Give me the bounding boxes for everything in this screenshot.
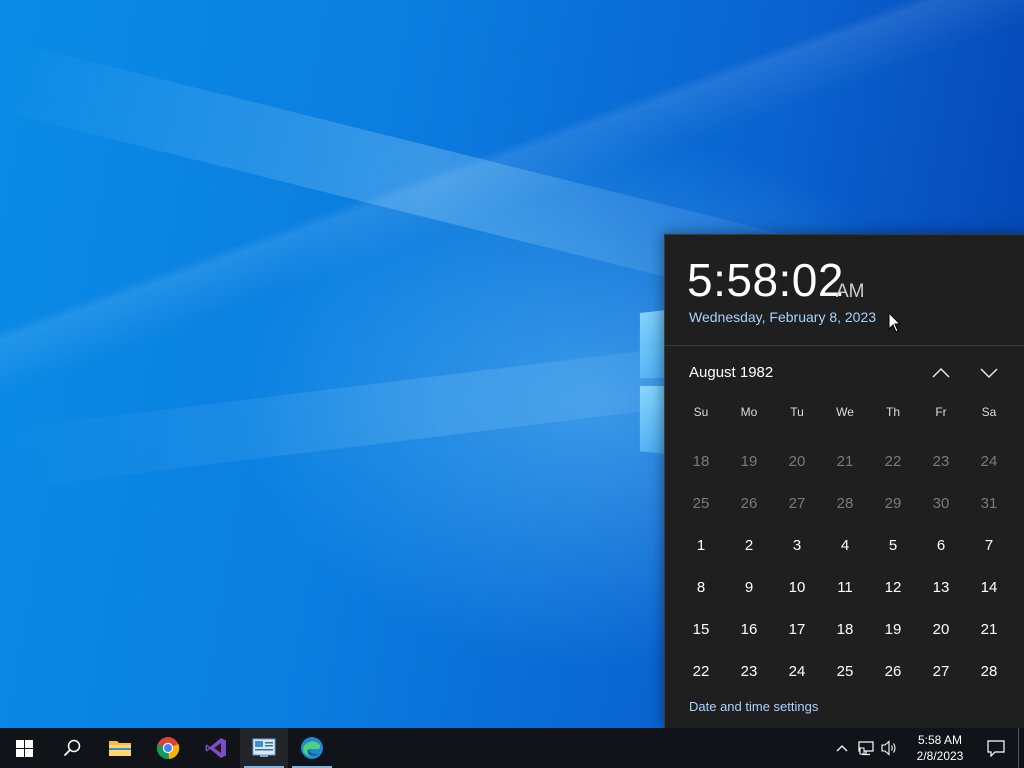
- calendar-day-other-month[interactable]: 22: [869, 441, 917, 483]
- clock-calendar-flyout: 5:58:02 AM Wednesday, February 8, 2023 A…: [664, 234, 1024, 729]
- show-desktop-button[interactable]: [1018, 728, 1024, 768]
- calendar-day-other-month[interactable]: 24: [965, 441, 1013, 483]
- network-button[interactable]: [854, 728, 878, 768]
- network-icon: [858, 741, 874, 756]
- calendar-day-other-month[interactable]: 23: [917, 441, 965, 483]
- calendar-weekday-header: Su Mo Tu We Th Fr Sa: [677, 399, 1013, 425]
- calendar-day[interactable]: 15: [677, 609, 725, 651]
- calendar-next-month-button[interactable]: [973, 359, 1005, 387]
- chevron-up-icon: [836, 745, 848, 752]
- calendar-day[interactable]: 26: [869, 651, 917, 693]
- calendar-month-label[interactable]: August 1982: [689, 364, 773, 381]
- notification-icon: [987, 739, 1005, 757]
- calendar-day[interactable]: 5: [869, 525, 917, 567]
- calendar-day-other-month[interactable]: 30: [917, 483, 965, 525]
- calendar-day[interactable]: 18: [821, 609, 869, 651]
- control-panel-icon: [252, 738, 276, 757]
- flyout-divider: [665, 345, 1024, 346]
- visual-studio-button[interactable]: [192, 728, 240, 768]
- clock-ampm: AM: [836, 281, 865, 302]
- calendar-day[interactable]: 3: [773, 525, 821, 567]
- calendar-day[interactable]: 10: [773, 567, 821, 609]
- calendar-day[interactable]: 14: [965, 567, 1013, 609]
- calendar-day[interactable]: 20: [917, 609, 965, 651]
- control-panel-button[interactable]: [240, 728, 288, 768]
- calendar-day[interactable]: 2: [725, 525, 773, 567]
- clock-time: 5:58:02: [687, 254, 844, 306]
- clock-full-date[interactable]: Wednesday, February 8, 2023: [689, 309, 876, 325]
- start-button[interactable]: [0, 728, 48, 768]
- calendar-day[interactable]: 27: [917, 651, 965, 693]
- taskbar-time: 5:58 AM: [917, 733, 963, 747]
- calendar-day-other-month[interactable]: 29: [869, 483, 917, 525]
- date-time-settings-link[interactable]: Date and time settings: [689, 699, 818, 714]
- calendar-day[interactable]: 7: [965, 525, 1013, 567]
- taskbar: 5:58 AM 2/8/2023: [0, 728, 1024, 768]
- calendar-day[interactable]: 9: [725, 567, 773, 609]
- calendar-day[interactable]: 6: [917, 525, 965, 567]
- calendar-day[interactable]: 28: [965, 651, 1013, 693]
- calendar-day-other-month[interactable]: 21: [821, 441, 869, 483]
- calendar-day-other-month[interactable]: 19: [725, 441, 773, 483]
- show-hidden-icons-button[interactable]: [830, 728, 854, 768]
- calendar-day[interactable]: 21: [965, 609, 1013, 651]
- visual-studio-icon: [205, 738, 226, 758]
- calendar-weekday-label: We: [836, 405, 854, 419]
- chevron-down-icon: [980, 368, 998, 379]
- calendar-day[interactable]: 22: [677, 651, 725, 693]
- calendar-day[interactable]: 23: [725, 651, 773, 693]
- calendar-day-other-month[interactable]: 26: [725, 483, 773, 525]
- folder-icon: [109, 741, 131, 756]
- calendar-grid: Su Mo Tu We Th Fr Sa 18 19 20 21 22 23 24 25 26 27 28 29 3…: [677, 399, 1013, 693]
- calendar-day[interactable]: 4: [821, 525, 869, 567]
- chrome-button[interactable]: [144, 728, 192, 768]
- calendar-day[interactable]: 17: [773, 609, 821, 651]
- calendar-previous-month-button[interactable]: [925, 359, 957, 387]
- calendar-day-other-month[interactable]: 31: [965, 483, 1013, 525]
- calendar-day-other-month[interactable]: 25: [677, 483, 725, 525]
- calendar-day[interactable]: 16: [725, 609, 773, 651]
- calendar-day-other-month[interactable]: 18: [677, 441, 725, 483]
- edge-button[interactable]: [288, 728, 336, 768]
- search-icon: [63, 739, 81, 757]
- calendar-day[interactable]: 19: [869, 609, 917, 651]
- calendar-day-other-month[interactable]: 27: [773, 483, 821, 525]
- calendar-day-other-month[interactable]: 28: [821, 483, 869, 525]
- mouse-cursor-icon: [888, 312, 902, 333]
- calendar-weekday-label: Su: [693, 405, 709, 419]
- speaker-icon: [881, 740, 896, 756]
- calendar-day[interactable]: 24: [773, 651, 821, 693]
- taskbar-clock-button[interactable]: 5:58 AM 2/8/2023: [906, 728, 974, 768]
- calendar-day[interactable]: 12: [869, 567, 917, 609]
- calendar-day-other-month[interactable]: 20: [773, 441, 821, 483]
- calendar-day[interactable]: 1: [677, 525, 725, 567]
- taskbar-date: 2/8/2023: [916, 749, 964, 763]
- system-tray: 5:58 AM 2/8/2023: [830, 728, 1024, 768]
- volume-button[interactable]: [878, 728, 902, 768]
- calendar-weekday-label: Tu: [790, 405, 804, 419]
- calendar-weekday-label: Fr: [935, 405, 947, 419]
- calendar-weekday-label: Th: [885, 405, 900, 419]
- calendar-weekday-label: Sa: [981, 405, 997, 419]
- search-button[interactable]: [48, 728, 96, 768]
- action-center-button[interactable]: [974, 728, 1018, 768]
- calendar-day[interactable]: 11: [821, 567, 869, 609]
- calendar-day[interactable]: 25: [821, 651, 869, 693]
- calendar-day[interactable]: 13: [917, 567, 965, 609]
- calendar-weekday-label: Mo: [740, 405, 758, 419]
- chrome-icon: [156, 737, 180, 760]
- edge-icon: [301, 737, 323, 759]
- windows-logo-icon: [15, 739, 33, 757]
- calendar-day[interactable]: 8: [677, 567, 725, 609]
- chevron-up-icon: [932, 367, 950, 378]
- file-explorer-button[interactable]: [96, 728, 144, 768]
